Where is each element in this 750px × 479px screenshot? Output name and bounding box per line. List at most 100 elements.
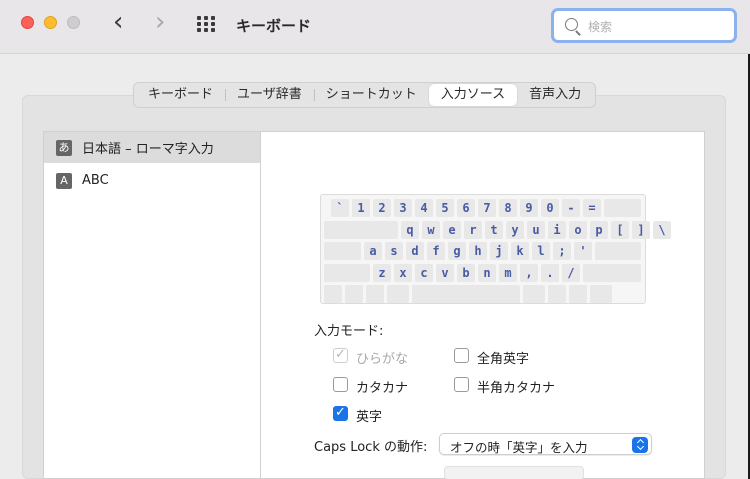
caps-lock-label: Caps Lock の動作: <box>314 440 428 455</box>
keyboard-key: = <box>583 199 601 217</box>
keyboard-key-blank <box>324 220 398 239</box>
input-mode-label: 入力モード: <box>314 324 384 339</box>
keyboard-key: v <box>436 263 454 282</box>
keyboard-key: k <box>511 242 529 260</box>
keyboard-key: t <box>485 220 503 239</box>
checkbox-romaji[interactable]: ✓ <box>333 405 348 421</box>
keyboard-key: x <box>394 263 412 282</box>
keyboard-key: y <box>506 220 524 239</box>
keyboard-key: m <box>499 263 517 282</box>
close-window-button[interactable] <box>21 16 34 29</box>
keyboard-key: 1 <box>352 199 370 217</box>
keyboard-key: s <box>385 242 403 260</box>
keyboard-key: 7 <box>478 199 496 217</box>
minimize-window-button[interactable] <box>44 16 57 29</box>
checkbox-hiragana[interactable]: ✓ <box>333 347 348 363</box>
checkbox-katakana[interactable] <box>333 377 348 392</box>
keyboard-key: 9 <box>520 199 538 217</box>
abc-badge-icon: A <box>56 172 72 189</box>
keyboard-key-blank <box>324 263 370 282</box>
keyboard-key: [ <box>611 220 629 239</box>
keyboard-key: w <box>422 220 440 239</box>
checkbox-katakana-label: カタカナ <box>356 381 409 396</box>
keyboard-key-blank <box>604 199 641 217</box>
keyboard-key: z <box>373 263 391 282</box>
checkbox-fullwidth-roman-label: 全角英字 <box>477 352 530 367</box>
keyboard-key-blank <box>548 285 566 303</box>
tab-user-dictionary[interactable]: ユーザ辞書 <box>225 84 314 106</box>
keyboard-key-blank <box>412 285 520 303</box>
input-source-list: あ 日本語 – ローマ字入力 A ABC <box>43 131 261 479</box>
keyboard-key: a <box>364 242 382 260</box>
checkbox-romaji-label: 英字 <box>356 410 383 425</box>
keyboard-key: l <box>532 242 550 260</box>
keyboard-key: ; <box>553 242 571 260</box>
caps-lock-popup-value: オフの時「英字」を入力 <box>450 440 588 455</box>
title-bar: ‹ › キーボード 検索 <box>0 0 750 54</box>
hiragana-badge-icon: あ <box>56 139 72 156</box>
keyboard-key-blank <box>583 263 641 282</box>
keyboard-key: 2 <box>373 199 391 217</box>
tab-shortcuts[interactable]: ショートカット <box>313 84 429 106</box>
window-title: キーボード <box>236 17 312 35</box>
checkbox-halfwidth-katakana[interactable] <box>454 377 469 392</box>
keyboard-layout-preview: ` 1 2 3 4 5 6 7 8 9 0- = q w e r t y u i o p[] \ a s d f g h j k l; ' z x c… <box>320 194 671 304</box>
keyboard-key: h <box>469 242 487 260</box>
keyboard-key: - <box>562 199 580 217</box>
keyboard-key: n <box>478 263 496 282</box>
zoom-window-button[interactable] <box>67 16 80 29</box>
checkmark-icon: ✓ <box>335 347 346 362</box>
keyboard-key-blank <box>595 242 641 260</box>
keyboard-key: 5 <box>436 199 454 217</box>
keyboard-key: 8 <box>499 199 517 217</box>
keyboard-key: ] <box>632 220 650 239</box>
tab-dictation[interactable]: 音声入力 <box>517 84 593 106</box>
keyboard-key: ` <box>331 199 349 217</box>
keyboard-key: o <box>569 220 587 239</box>
keyboard-key: , <box>520 263 538 282</box>
keyboard-key: b <box>457 263 475 282</box>
tab-bar: キーボード ユーザ辞書 ショートカット 入力ソース 音声入力 <box>133 82 597 108</box>
keyboard-key: c <box>415 263 433 282</box>
up-down-chevron-icon <box>632 437 648 453</box>
keyboard-key: j <box>490 242 508 260</box>
keyboard-key: u <box>527 220 545 239</box>
list-item-abc[interactable]: A ABC <box>44 165 260 196</box>
checkbox-halfwidth-katakana-label: 半角カタカナ <box>477 381 556 396</box>
forward-chevron-icon[interactable]: › <box>155 9 165 35</box>
list-item-japanese-romaji[interactable]: あ 日本語 – ローマ字入力 <box>44 132 260 163</box>
keyboard-key-blank <box>324 242 361 260</box>
keyboard-key-blank <box>590 285 612 303</box>
keyboard-key: g <box>448 242 466 260</box>
search-input[interactable]: 検索 <box>551 8 737 43</box>
keyboard-key: i <box>548 220 566 239</box>
keyboard-key: p <box>590 220 608 239</box>
caps-lock-popup-button[interactable]: オフの時「英字」を入力 <box>439 433 652 455</box>
keyboard-key: \ <box>653 220 671 239</box>
keyboard-key: 6 <box>457 199 475 217</box>
keyboard-key: 0 <box>541 199 559 217</box>
keyboard-key: r <box>464 220 482 239</box>
input-source-detail-pane <box>261 131 705 479</box>
search-placeholder: 検索 <box>588 20 613 34</box>
keyboard-key-blank <box>387 285 409 303</box>
keyboard-key: f <box>427 242 445 260</box>
partially-visible-popup[interactable] <box>444 466 584 479</box>
keyboard-key: q <box>401 220 419 239</box>
checkmark-icon: ✓ <box>335 405 346 420</box>
keyboard-key: / <box>562 263 580 282</box>
keyboard-key-blank <box>523 285 545 303</box>
list-item-label: 日本語 – ローマ字入力 <box>82 142 214 157</box>
list-item-label: ABC <box>82 173 109 188</box>
show-all-grid-icon[interactable] <box>197 16 217 32</box>
tab-keyboard[interactable]: キーボード <box>136 84 225 106</box>
tab-input-sources[interactable]: 入力ソース <box>428 84 518 106</box>
keyboard-key: . <box>541 263 559 282</box>
keyboard-key-blank <box>569 285 587 303</box>
checkbox-fullwidth-roman[interactable] <box>454 348 469 363</box>
keyboard-key: e <box>443 220 461 239</box>
keyboard-key-blank <box>324 285 342 303</box>
search-icon <box>565 18 578 31</box>
checkbox-hiragana-label: ひらがな <box>356 352 409 367</box>
back-chevron-icon[interactable]: ‹ <box>113 9 123 35</box>
